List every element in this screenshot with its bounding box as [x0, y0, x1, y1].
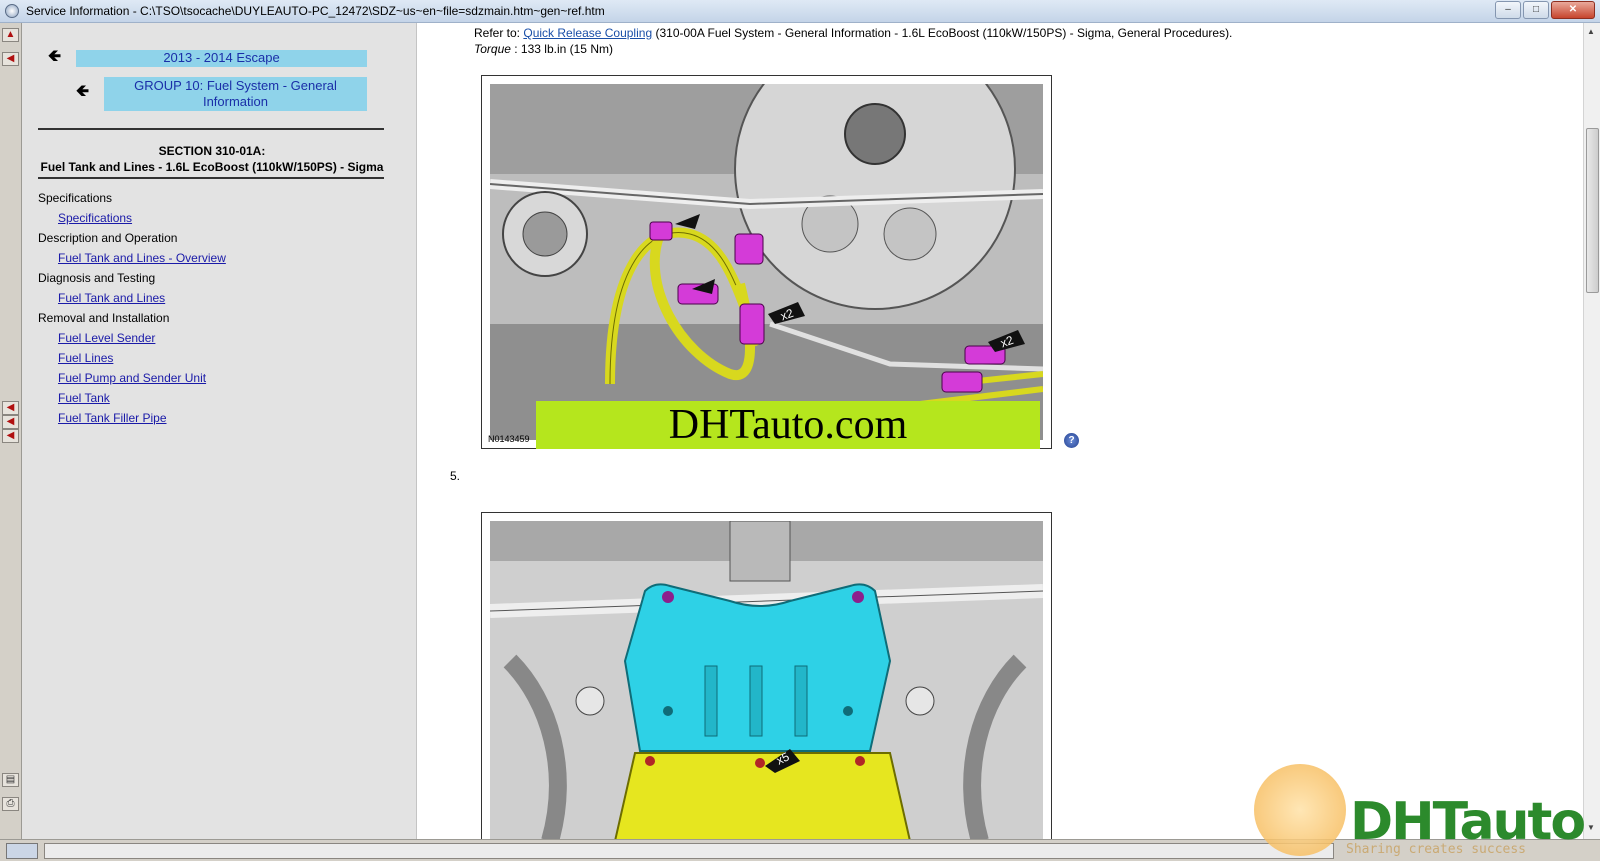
nav-up-icon[interactable]: ▲	[2, 28, 19, 42]
nav-collapse-icon[interactable]: ◀	[2, 401, 19, 415]
quick-release-coupling-link[interactable]: Quick Release Coupling	[523, 26, 652, 40]
back-arrow-icon[interactable]: 🡸	[76, 84, 89, 100]
step-number: 5.	[450, 469, 461, 483]
link-filler-pipe[interactable]: Fuel Tank Filler Pipe	[58, 411, 167, 425]
vertical-scrollbar[interactable]: ▲ ▼	[1583, 23, 1600, 839]
navigation-pane: 🡸 2013 - 2014 Escape 🡸 GROUP 10: Fuel Sy…	[22, 23, 417, 839]
brand-tagline: Sharing creates success	[1346, 842, 1527, 857]
torque-label: Torque	[474, 42, 511, 56]
nav-back-icon[interactable]: ◀	[2, 429, 19, 443]
link-overview[interactable]: Fuel Tank and Lines - Overview	[58, 251, 226, 265]
nav-expand-icon[interactable]: ◀	[2, 415, 19, 429]
category-specifications: Specifications	[38, 191, 113, 205]
refer-prefix: Refer to:	[474, 26, 521, 40]
refer-line: Refer to: Quick Release Coupling (310-00…	[474, 26, 1232, 40]
content-pane: Refer to: Quick Release Coupling (310-00…	[417, 23, 1583, 839]
breadcrumb-group[interactable]: GROUP 10: Fuel System - General Informat…	[104, 77, 367, 111]
nav-prev-icon[interactable]: ◀	[2, 52, 19, 66]
section-name: Fuel Tank and Lines - 1.6L EcoBoost (110…	[40, 160, 384, 174]
window-title-bar: Service Information - C:\TSO\tsocache\DU…	[0, 0, 1600, 23]
divider	[38, 177, 384, 179]
status-field	[44, 843, 1334, 859]
section-heading: SECTION 310-01A:	[158, 144, 266, 158]
refer-suffix: (310-00A Fuel System - General Informati…	[655, 26, 1233, 40]
left-toolbar: ▲ ◀ ◀ ◀ ◀ ▤ ⎙	[0, 23, 22, 839]
category-removal: Removal and Installation	[38, 311, 170, 325]
link-diagnosis-fuel-tank-lines[interactable]: Fuel Tank and Lines	[58, 291, 165, 305]
app-globe-icon	[5, 4, 19, 18]
divider	[38, 128, 384, 130]
brand-watermark: DHTauto Sharing creates success	[1250, 760, 1595, 860]
maximize-button[interactable]: □	[1523, 1, 1549, 19]
figure-fuel-lines: x2 x2 N0143459 DHTauto.com	[481, 75, 1052, 449]
category-description: Description and Operation	[38, 231, 178, 245]
link-fuel-lines[interactable]: Fuel Lines	[58, 351, 113, 365]
breadcrumb-vehicle[interactable]: 2013 - 2014 Escape	[76, 50, 367, 67]
connection-icon	[6, 843, 38, 859]
help-icon[interactable]: ?	[1064, 433, 1079, 448]
link-fuel-pump[interactable]: Fuel Pump and Sender Unit	[58, 371, 206, 385]
watermark-banner: DHTauto.com	[536, 401, 1040, 449]
window-title: Service Information - C:\TSO\tsocache\DU…	[26, 4, 605, 18]
section-title: SECTION 310-01A: Fuel Tank and Lines - 1…	[32, 143, 392, 175]
link-specifications[interactable]: Specifications	[58, 211, 132, 225]
link-fuel-tank[interactable]: Fuel Tank	[58, 391, 110, 405]
torque-line: Torque : 133 lb.in (15 Nm)	[474, 42, 613, 56]
print-icon[interactable]: ⎙	[2, 797, 19, 811]
figure-id: N0143459	[488, 434, 530, 444]
link-fuel-level-sender[interactable]: Fuel Level Sender	[58, 331, 155, 345]
figure-shield: x5	[481, 512, 1052, 839]
shield-illustration: x5	[490, 521, 1043, 839]
category-diagnosis: Diagnosis and Testing	[38, 271, 156, 285]
close-button[interactable]: ✕	[1551, 1, 1595, 19]
document-icon[interactable]: ▤	[2, 773, 19, 787]
fuel-line-illustration: x2 x2	[490, 84, 1043, 440]
minimize-button[interactable]: –	[1495, 1, 1521, 19]
back-arrow-icon[interactable]: 🡸	[48, 49, 61, 65]
torque-value: : 133 lb.in (15 Nm)	[514, 42, 613, 56]
window-controls: – □ ✕	[1493, 1, 1595, 19]
brand-logo-icon	[1254, 764, 1346, 856]
scroll-up-icon[interactable]: ▲	[1587, 27, 1595, 36]
scroll-thumb[interactable]	[1586, 128, 1599, 293]
